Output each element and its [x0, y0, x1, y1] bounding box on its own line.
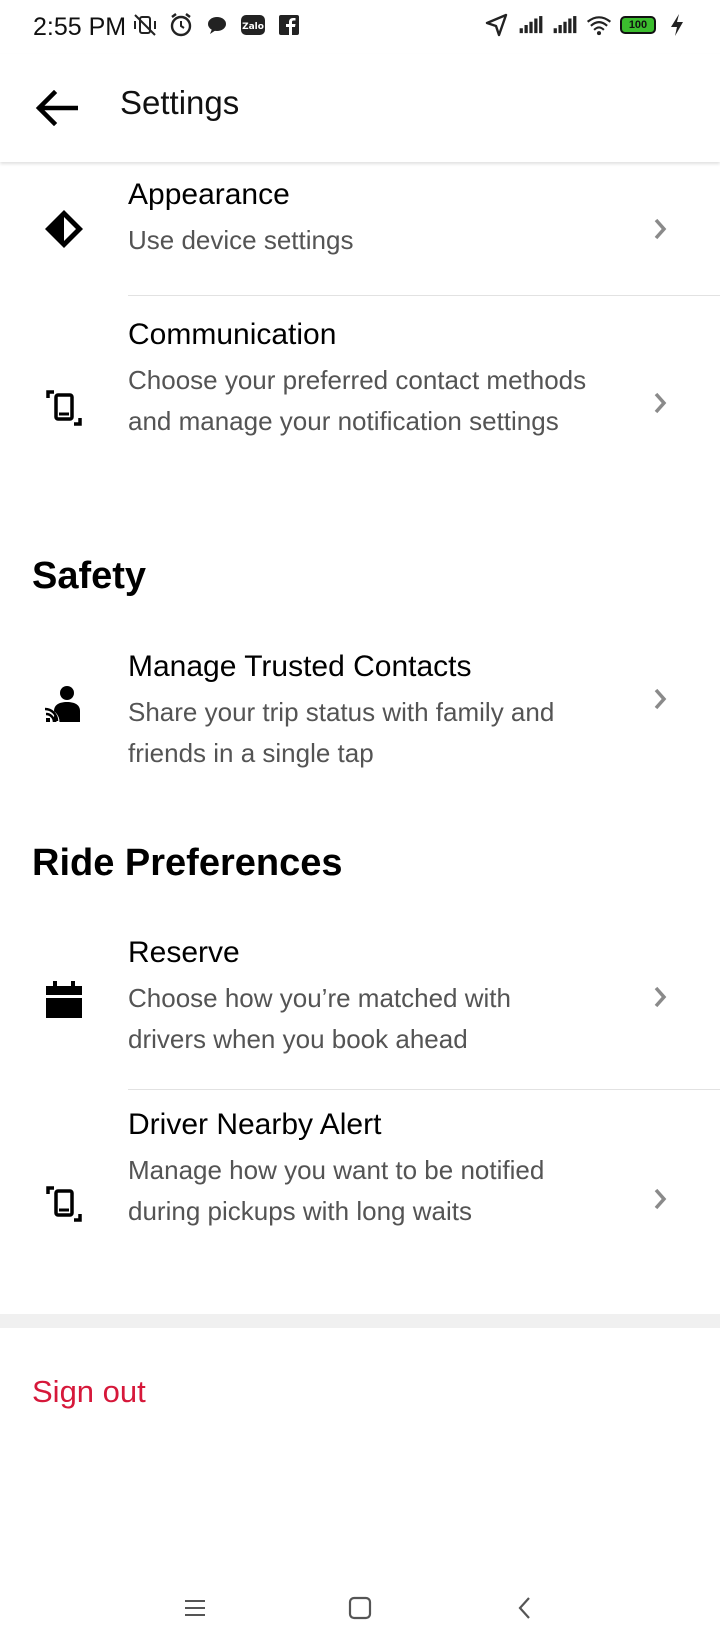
signal-icon [518, 12, 544, 38]
calendar-icon [40, 976, 88, 1024]
wifi-icon [586, 12, 612, 38]
status-bar: 2:55 PM Zalo 100 [0, 0, 720, 54]
facebook-icon [276, 12, 302, 38]
back-nav-button[interactable] [505, 1588, 545, 1628]
mute-vibrate-icon [132, 12, 158, 38]
arrow-left-icon [35, 90, 78, 126]
signal-icon [552, 12, 578, 38]
alarm-icon [168, 12, 194, 38]
safety-heading: Safety [32, 555, 147, 597]
status-time: 2:55 PM [33, 13, 127, 41]
back-button[interactable] [28, 80, 84, 136]
chevron-right-icon [648, 1184, 672, 1214]
location-arrow-icon [484, 12, 510, 38]
chevron-left-icon [518, 1597, 530, 1619]
trusted-contacts-title: Manage Trusted Contacts [128, 650, 472, 683]
reserve-row[interactable]: Reserve Choose how you’re matched with d… [0, 910, 720, 1090]
appearance-title: Appearance [128, 178, 290, 211]
phone-vibrate-icon [40, 384, 88, 432]
trusted-contacts-row[interactable]: Manage Trusted Contacts Share your trip … [0, 628, 720, 808]
battery-icon: 100 [620, 16, 656, 34]
reserve-subtitle: Choose how you’re matched with drivers w… [128, 983, 511, 1054]
recent-apps-button[interactable] [175, 1588, 215, 1628]
section-separator [0, 1314, 720, 1328]
sign-out-button[interactable]: Sign out [32, 1374, 146, 1410]
communication-subtitle: Choose your preferred contact methods an… [128, 365, 587, 436]
app-header: Settings [0, 54, 720, 162]
system-icons: 100 [484, 12, 690, 38]
home-button[interactable] [340, 1588, 380, 1628]
phone-vibrate-icon [40, 1180, 88, 1228]
reserve-title: Reserve [128, 936, 240, 969]
svg-text:Zalo: Zalo [242, 22, 264, 32]
driver-nearby-title: Driver Nearby Alert [128, 1108, 382, 1141]
menu-icon [185, 1600, 205, 1616]
chevron-right-icon [648, 982, 672, 1012]
communication-row[interactable]: Communication Choose your preferred cont… [0, 296, 720, 522]
appearance-icon [40, 205, 88, 253]
trusted-contacts-subtitle: Share your trip status with family and f… [128, 697, 555, 768]
chevron-right-icon [648, 388, 672, 418]
chat-bubble-icon [204, 12, 230, 38]
charging-icon [664, 12, 690, 38]
appearance-subtitle: Use device settings [128, 225, 354, 255]
chevron-right-icon [648, 214, 672, 244]
appearance-row[interactable]: Appearance Use device settings [0, 162, 720, 296]
notification-icons: Zalo [132, 12, 302, 38]
driver-nearby-alert-row[interactable]: Driver Nearby Alert Manage how you want … [0, 1090, 720, 1314]
person-share-icon [40, 680, 88, 728]
system-nav-bar [0, 1560, 720, 1650]
ride-preferences-heading: Ride Preferences [32, 842, 343, 884]
chevron-right-icon [648, 684, 672, 714]
zalo-icon: Zalo [240, 12, 266, 38]
driver-nearby-subtitle: Manage how you want to be notified durin… [128, 1155, 545, 1226]
page-title: Settings [120, 84, 240, 121]
square-icon [348, 1596, 372, 1620]
communication-title: Communication [128, 318, 337, 351]
